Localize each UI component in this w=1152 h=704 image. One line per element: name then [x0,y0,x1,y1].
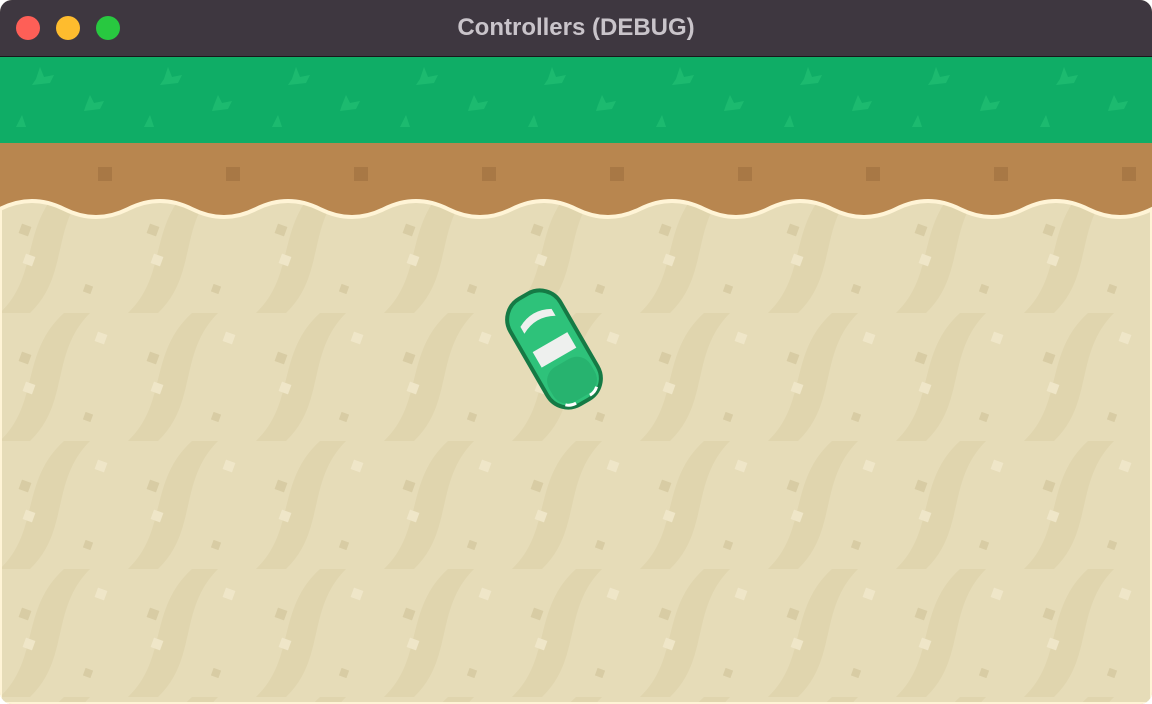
game-window: Controllers (DEBUG) [0,0,1152,704]
shoreline [0,199,1152,704]
title-bar: Controllers (DEBUG) [0,0,1152,57]
grass-strip [0,57,1152,143]
window-title: Controllers (DEBUG) [457,14,695,41]
